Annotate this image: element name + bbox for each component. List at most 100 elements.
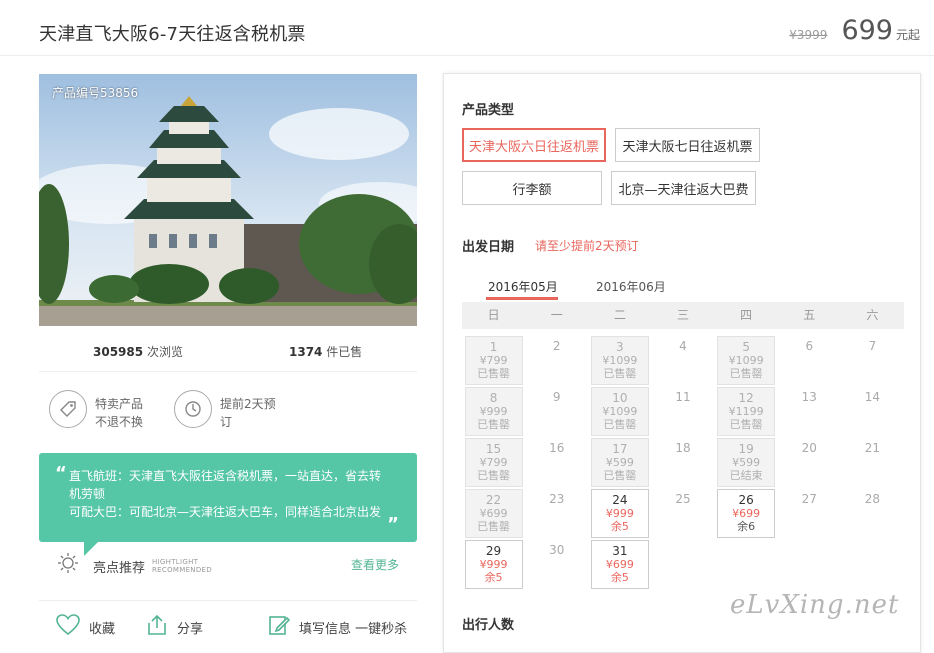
day-number: 19 bbox=[738, 442, 754, 456]
day-number: 31 bbox=[612, 544, 628, 558]
day-number: 6 bbox=[805, 339, 814, 353]
calendar-day-3: 3 ¥1099 已售罄 bbox=[590, 336, 649, 385]
calendar-day-22: 22 ¥699 已售罄 bbox=[464, 489, 523, 538]
calendar-day-15: 15 ¥799 已售罄 bbox=[464, 438, 523, 487]
highlight-label-en: HIGHTLIGHT RECOMMENDED bbox=[152, 558, 212, 574]
day-price: ¥599 bbox=[605, 456, 634, 469]
highlight-box: “ 直飞航班：天津直飞大阪往返含税机票，一站直达，省去转 机劳顿 可配大巴：可配… bbox=[39, 453, 417, 542]
calendar-day-13: 13 bbox=[780, 387, 838, 436]
day-price: ¥999 bbox=[605, 507, 634, 520]
day-number: 13 bbox=[801, 390, 817, 404]
weekday: 六 bbox=[866, 308, 879, 322]
tab-month-may[interactable]: 2016年05月 bbox=[488, 278, 558, 295]
share-button[interactable]: 分享 bbox=[145, 613, 203, 642]
current-price: 699 bbox=[841, 15, 893, 46]
day-number: 4 bbox=[679, 339, 687, 353]
calendar-day-29[interactable]: 29 ¥999 余5 bbox=[464, 540, 523, 589]
product-photo[interactable]: 产品编号53856 bbox=[39, 74, 417, 326]
calendar-day-6: 6 bbox=[780, 336, 838, 385]
day-number: 1 bbox=[489, 340, 498, 354]
booking-hint: 请至少提前2天预订 bbox=[535, 239, 639, 253]
day-number: 12 bbox=[738, 391, 754, 405]
day-price: ¥999 bbox=[479, 405, 508, 418]
day-number: 10 bbox=[612, 391, 628, 405]
calendar-day-2: 2 bbox=[528, 336, 586, 385]
view-more-link[interactable]: 查看更多 bbox=[351, 556, 399, 573]
calendar-day-1: 1 ¥799 已售罄 bbox=[464, 336, 523, 385]
day-number: 16 bbox=[549, 441, 565, 455]
day-number: 9 bbox=[552, 390, 561, 404]
highlight-label-en2: RECOMMENDED bbox=[152, 566, 212, 574]
calendar-day-26[interactable]: 26 ¥699 余6 bbox=[717, 489, 776, 538]
day-number: 8 bbox=[489, 391, 498, 405]
day-number: 14 bbox=[864, 390, 881, 404]
calendar-day-31[interactable]: 31 ¥699 余5 bbox=[590, 540, 649, 589]
weekday: 二 bbox=[613, 308, 626, 322]
page-title: 天津直飞大阪6-7天往返含税机票 bbox=[39, 24, 306, 45]
day-number: 11 bbox=[675, 390, 691, 404]
day-status: 已售罄 bbox=[603, 469, 637, 482]
day-price: ¥699 bbox=[732, 507, 761, 520]
booking-panel: 产品类型 天津大阪六日往返机票 天津大阪七日往返机票 行李额 北京—天津往返大巴… bbox=[443, 73, 921, 653]
title-bar: 天津直飞大阪6-7天往返含税机票 ¥3999 699 元起 bbox=[0, 0, 934, 56]
watermark: eLvXing.net bbox=[730, 590, 900, 620]
day-status: 已售罄 bbox=[477, 469, 511, 482]
weekday: 四 bbox=[740, 308, 753, 322]
views-count: 305985 bbox=[93, 345, 144, 359]
calendar-day-8: 8 ¥999 已售罄 bbox=[464, 387, 523, 436]
close-quote-icon: ” bbox=[387, 514, 399, 535]
calendar-day-30: 30 bbox=[528, 540, 586, 589]
day-status: 已售罄 bbox=[603, 367, 637, 380]
share-label: 分享 bbox=[177, 622, 204, 637]
day-number: 17 bbox=[612, 442, 628, 456]
clock-icon bbox=[174, 390, 212, 428]
day-number: 27 bbox=[801, 492, 817, 506]
option-baggage[interactable]: 行李额 bbox=[462, 171, 602, 205]
feature-line1: 提前2天预 bbox=[220, 397, 276, 411]
weekday: 五 bbox=[803, 308, 816, 322]
calendar-day-16: 16 bbox=[528, 438, 586, 487]
calendar-day-11: 11 bbox=[654, 387, 712, 436]
active-month-indicator bbox=[486, 297, 558, 300]
original-price: ¥3999 bbox=[789, 28, 828, 42]
day-price: ¥1199 bbox=[728, 405, 764, 418]
tag-icon bbox=[49, 390, 87, 428]
day-status: 已售罄 bbox=[477, 520, 511, 533]
day-number: 2 bbox=[552, 339, 561, 353]
castle-image bbox=[39, 74, 417, 326]
calendar-day-24[interactable]: 24 ¥999 余5 bbox=[590, 489, 649, 538]
edit-icon bbox=[267, 613, 291, 642]
highlight-line3: 可配大巴：可配北京—天津往返大巴车，同样适合北京出发 bbox=[69, 505, 382, 519]
fill-info-label: 填写信息 一键秒杀 bbox=[299, 622, 408, 637]
sold-count: 1374 bbox=[289, 345, 323, 359]
tab-month-june[interactable]: 2016年06月 bbox=[596, 278, 666, 295]
day-status: 余5 bbox=[610, 520, 629, 533]
calendar-day-20: 20 bbox=[780, 438, 838, 487]
passenger-count-label: 出行人数 bbox=[462, 618, 515, 633]
favorite-button[interactable]: 收藏 bbox=[55, 613, 115, 642]
calendar-day-5: 5 ¥1099 已售罄 bbox=[717, 336, 776, 385]
day-price: ¥1099 bbox=[602, 405, 638, 418]
option-osaka-6day[interactable]: 天津大阪六日往返机票 bbox=[462, 128, 606, 162]
option-bus-fee[interactable]: 北京—天津往返大巴费 bbox=[611, 171, 756, 205]
day-number: 30 bbox=[549, 543, 565, 557]
day-price: ¥1099 bbox=[728, 354, 764, 367]
highlight-row: 亮点推荐 HIGHTLIGHT RECOMMENDED 查看更多 bbox=[39, 550, 417, 580]
day-status: 已售罄 bbox=[729, 418, 763, 431]
calendar-day-18: 18 bbox=[654, 438, 712, 487]
sold-stat: 1374 件已售 bbox=[289, 343, 362, 360]
day-number: 28 bbox=[864, 492, 881, 506]
day-number: 29 bbox=[485, 544, 502, 558]
weekday-header: 日 一 二 三 四 五 六 bbox=[462, 302, 904, 329]
feature-advance-booking: 提前2天预 订 bbox=[174, 390, 276, 431]
calendar-day-27: 27 bbox=[780, 489, 838, 538]
day-status: 已售罄 bbox=[477, 418, 511, 431]
day-number: 18 bbox=[675, 441, 691, 455]
day-price: ¥599 bbox=[732, 456, 761, 469]
action-bar: 收藏 分享 填写信息 一键秒杀 bbox=[39, 600, 417, 637]
calendar-day-10: 10 ¥1099 已售罄 bbox=[590, 387, 649, 436]
option-osaka-7day[interactable]: 天津大阪七日往返机票 bbox=[615, 128, 760, 162]
day-number: 15 bbox=[485, 442, 502, 456]
fill-info-button[interactable]: 填写信息 一键秒杀 bbox=[267, 613, 407, 642]
day-number: 7 bbox=[868, 339, 877, 353]
